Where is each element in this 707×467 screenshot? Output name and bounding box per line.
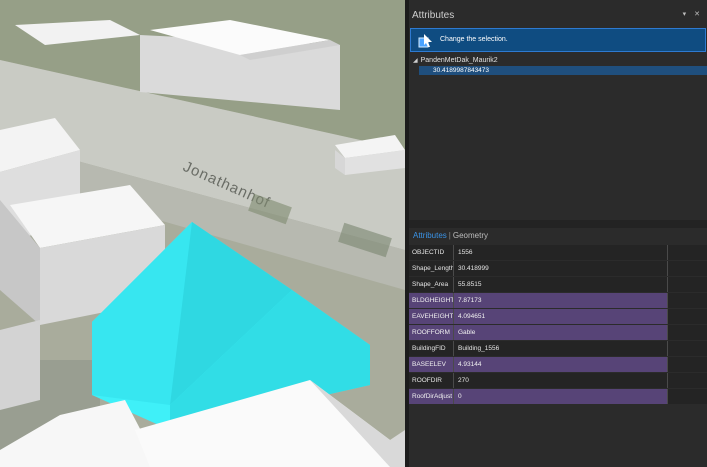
collapse-triangle-icon[interactable]: ◢ — [413, 58, 418, 64]
tab-geometry[interactable]: Geometry — [453, 231, 488, 240]
field-name: BuildingFID — [409, 341, 454, 356]
pane-title: Attributes — [412, 10, 455, 21]
field-extra-cell — [667, 325, 707, 340]
field-value[interactable]: 55.8515 — [454, 277, 667, 292]
field-name: OBJECTID — [409, 245, 454, 260]
pane-controls[interactable]: ▾ ✕ — [683, 10, 703, 18]
table-row[interactable]: Shape_Area 55.8515 — [409, 277, 707, 292]
table-row[interactable]: BLDGHEIGHT 7.87173 — [409, 293, 707, 308]
selection-tree: ◢ PandenMetDak_Maurik2 30.4189987843473 — [409, 54, 707, 219]
table-row[interactable]: ROOFFORM Gable — [409, 325, 707, 340]
field-name: Shape_Area — [409, 277, 454, 292]
tab-separator: | — [448, 231, 451, 240]
map-scene-view[interactable]: Jonathanhof — [0, 0, 405, 467]
tree-feature-node[interactable]: 30.4189987843473 — [419, 66, 707, 75]
table-row[interactable]: RoofDirAdjust 0 — [409, 389, 707, 404]
field-extra-cell — [667, 245, 707, 260]
table-row[interactable]: BASEELEV 4.93144 — [409, 357, 707, 372]
field-value[interactable]: 4.93144 — [454, 357, 667, 372]
table-row[interactable]: ROOFDIR 270 — [409, 373, 707, 388]
field-value[interactable]: 4.094651 — [454, 309, 667, 324]
field-name: ROOFDIR — [409, 373, 454, 388]
field-extra-cell — [667, 357, 707, 372]
feature-label: 30.4189987843473 — [433, 67, 490, 74]
tab-attributes[interactable]: Attributes — [413, 231, 447, 240]
field-value[interactable]: 0 — [454, 389, 667, 404]
field-value[interactable]: 30.418999 — [454, 261, 667, 276]
scene-canvas[interactable]: Jonathanhof — [0, 0, 405, 467]
field-name: Shape_Length — [409, 261, 454, 276]
field-extra-cell — [667, 277, 707, 292]
field-extra-cell — [667, 373, 707, 388]
field-extra-cell — [667, 341, 707, 356]
change-selection-text: Change the selection. — [440, 36, 508, 43]
layer-name: PandenMetDak_Maurik2 — [420, 57, 498, 64]
pane-divider[interactable] — [409, 220, 707, 228]
field-extra-cell — [667, 389, 707, 404]
field-value[interactable]: 7.87173 — [454, 293, 667, 308]
field-extra-cell — [667, 309, 707, 324]
field-extra-cell — [667, 261, 707, 276]
table-row[interactable]: BuildingFID Building_1556 — [409, 341, 707, 356]
table-row[interactable]: EAVEHEIGHT 4.094651 — [409, 309, 707, 324]
field-value[interactable]: 1556 — [454, 245, 667, 260]
tree-layer-node[interactable]: ◢ PandenMetDak_Maurik2 — [413, 57, 498, 64]
table-row[interactable]: Shape_Length 30.418999 — [409, 261, 707, 276]
change-selection-bar[interactable]: Change the selection. — [410, 28, 706, 52]
table-row[interactable]: OBJECTID 1556 — [409, 245, 707, 260]
select-features-icon — [418, 34, 432, 48]
field-name: BASEELEV — [409, 357, 454, 372]
field-name: ROOFFORM — [409, 325, 454, 340]
field-name: RoofDirAdjust — [409, 389, 454, 404]
field-extra-cell — [667, 293, 707, 308]
field-name: EAVEHEIGHT — [409, 309, 454, 324]
field-value[interactable]: 270 — [454, 373, 667, 388]
field-value[interactable]: Gable — [454, 325, 667, 340]
field-name: BLDGHEIGHT — [409, 293, 454, 308]
detail-tabs: Attributes | Geometry — [413, 231, 488, 240]
house-wall — [0, 320, 40, 410]
field-value[interactable]: Building_1556 — [454, 341, 667, 356]
attributes-pane: Attributes ▾ ✕ Change the selection. ◢ Pa… — [409, 0, 707, 467]
